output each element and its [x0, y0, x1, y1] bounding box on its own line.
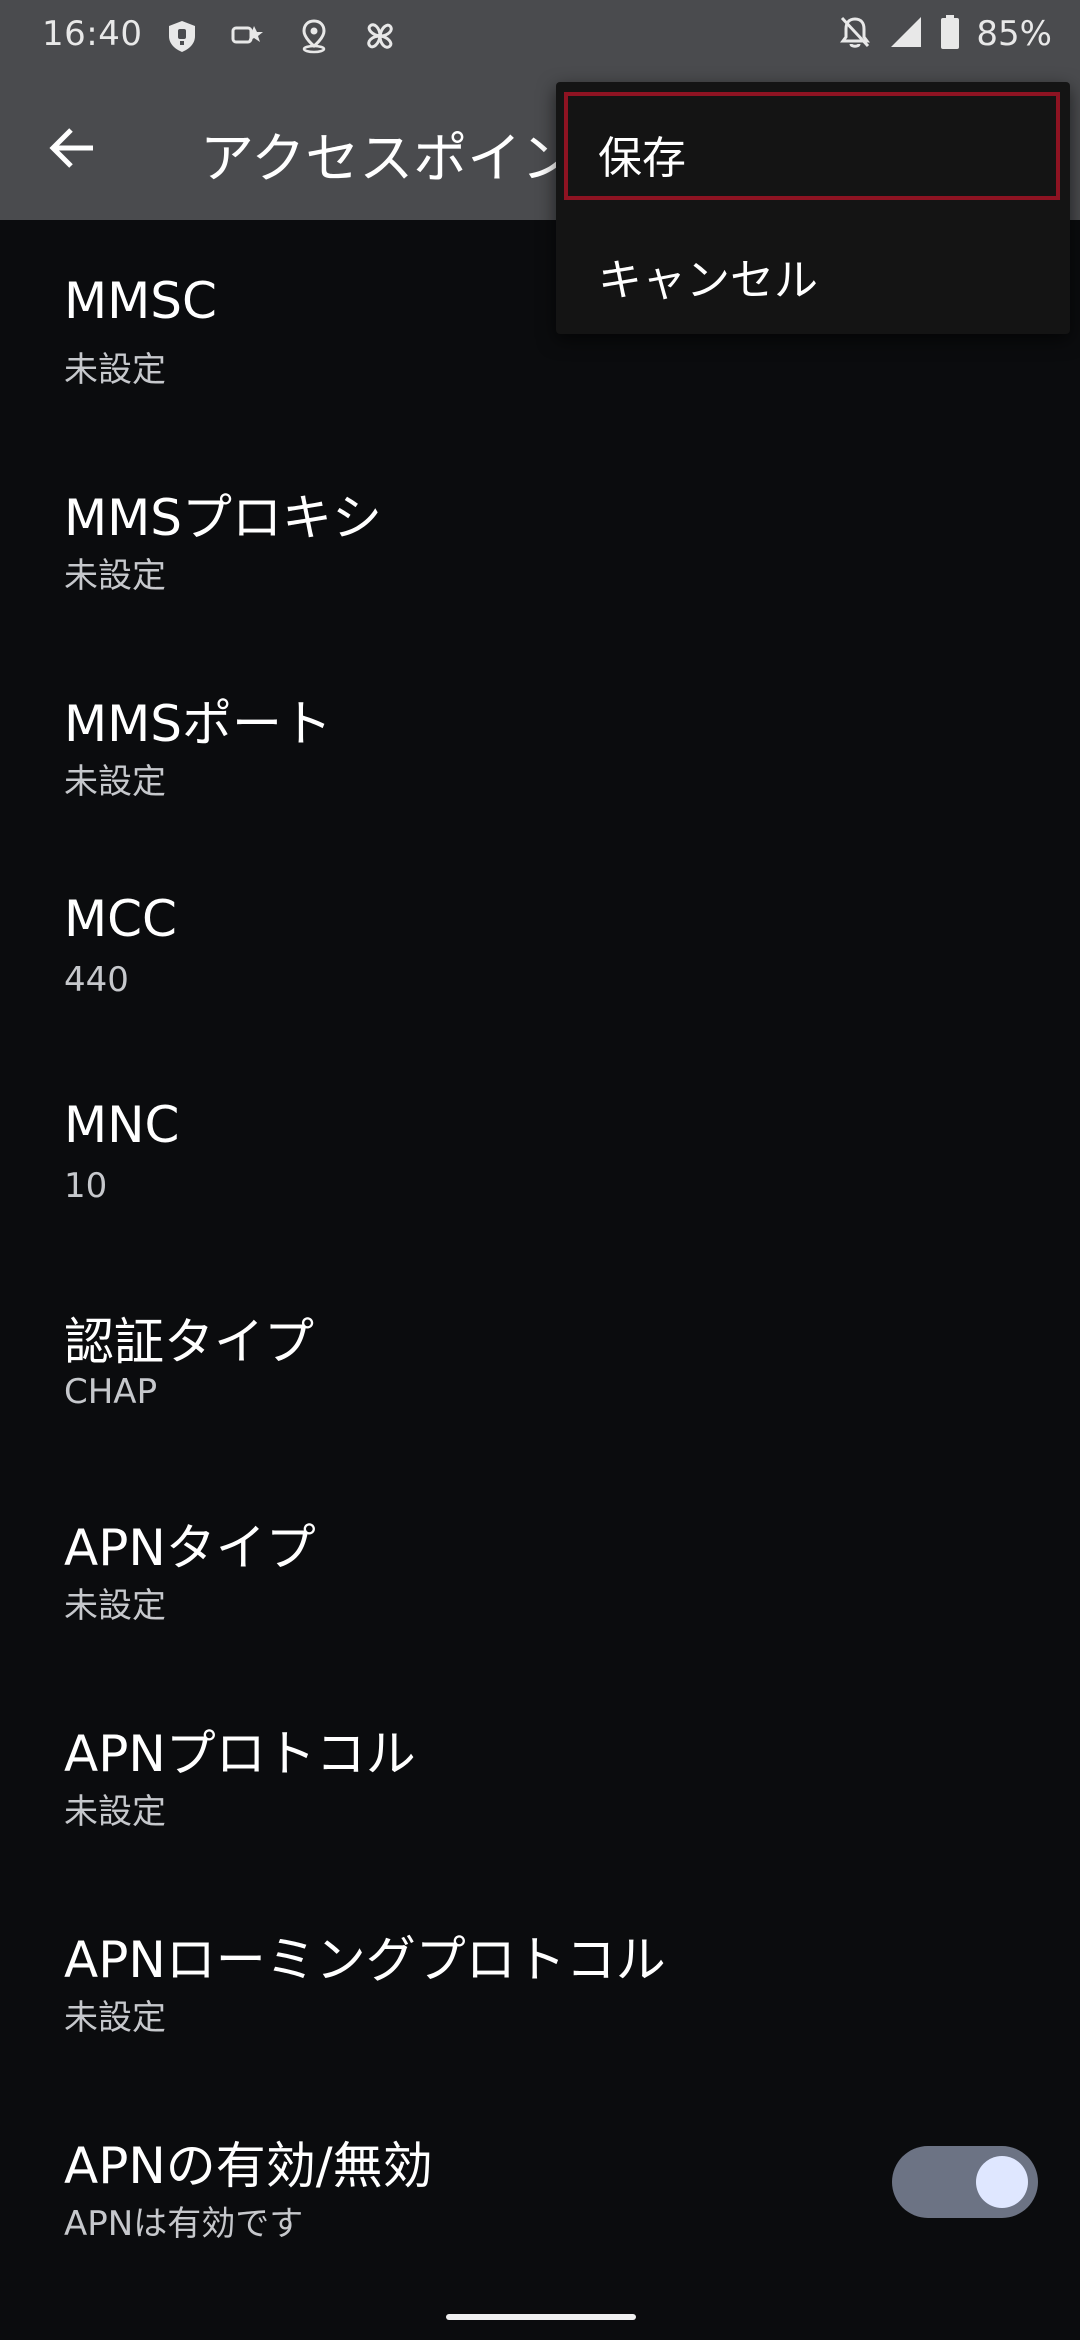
status-bar: 16:40 85%: [0, 0, 1080, 76]
item-summary: CHAP: [64, 1372, 158, 1412]
list-item-mnc[interactable]: MNC 10: [0, 1044, 1080, 1250]
list-item-mcc[interactable]: MCC 440: [0, 838, 1080, 1044]
item-summary: 440: [64, 960, 129, 1000]
item-summary: 未設定: [64, 350, 166, 390]
status-right: 85%: [838, 14, 1052, 54]
item-summary: APNは有効です: [64, 2204, 304, 2244]
screen: 16:40 85% アクセスポイン MMSC 未設定 MMSプロキシ 未設定 M…: [0, 0, 1080, 2340]
arrow-left-icon: [49, 128, 93, 168]
item-summary: 未設定: [64, 556, 166, 596]
item-title: APNプロトコル: [64, 1725, 416, 1783]
battery-percent: 85%: [976, 14, 1052, 54]
item-summary: 未設定: [64, 762, 166, 802]
settings-list: MMSC 未設定 MMSプロキシ 未設定 MMSポート 未設定 MCC 440 …: [0, 220, 1080, 2280]
item-title: MMSプロキシ: [64, 489, 383, 547]
list-item-apn-type[interactable]: APNタイプ 未設定: [0, 1456, 1080, 1662]
item-summary: 未設定: [64, 1998, 166, 2038]
menu-item-label: 保存: [598, 133, 686, 184]
item-summary: 10: [64, 1166, 108, 1206]
item-title: MNC: [64, 1096, 180, 1154]
page-title: アクセスポイン: [200, 127, 576, 190]
status-time: 16:40: [42, 14, 143, 54]
weather-icon: [228, 16, 268, 56]
list-item-mms-port[interactable]: MMSポート 未設定: [0, 632, 1080, 838]
pinwheel-icon: [360, 16, 400, 56]
bell-off-icon: [838, 14, 872, 54]
apn-enable-toggle[interactable]: [892, 2146, 1038, 2218]
list-item-apn-roaming-protocol[interactable]: APNローミングプロトコル 未設定: [0, 1868, 1080, 2074]
status-left-icons: [162, 16, 400, 56]
location-pin-icon: [294, 16, 334, 56]
signal-icon: [888, 14, 924, 54]
overflow-menu: 保存 キャンセル: [556, 82, 1070, 334]
item-summary: 未設定: [64, 1586, 166, 1626]
battery-icon: [940, 14, 960, 54]
list-item-mms-proxy[interactable]: MMSプロキシ 未設定: [0, 426, 1080, 632]
menu-item-save[interactable]: 保存: [564, 92, 1060, 200]
item-title: APNの有効/無効: [64, 2137, 433, 2195]
back-button[interactable]: [38, 118, 108, 178]
item-title: MCC: [64, 890, 177, 948]
list-item-apn-enable[interactable]: APNの有効/無効 APNは有効です: [0, 2074, 1080, 2280]
item-title: APNローミングプロトコル: [64, 1931, 666, 1989]
item-title: APNタイプ: [64, 1519, 316, 1577]
item-summary: 未設定: [64, 1792, 166, 1832]
home-indicator[interactable]: [446, 2314, 636, 2320]
list-item-apn-protocol[interactable]: APNプロトコル 未設定: [0, 1662, 1080, 1868]
menu-item-label: キャンセル: [598, 255, 818, 306]
menu-item-cancel[interactable]: キャンセル: [556, 212, 1070, 328]
item-title: MMSC: [64, 272, 217, 330]
toggle-thumb: [976, 2156, 1028, 2208]
item-title: MMSポート: [64, 695, 333, 753]
item-title: 認証タイプ: [64, 1313, 314, 1371]
shield-notification-icon: [162, 16, 202, 56]
list-item-auth-type[interactable]: 認証タイプ CHAP: [0, 1250, 1080, 1456]
